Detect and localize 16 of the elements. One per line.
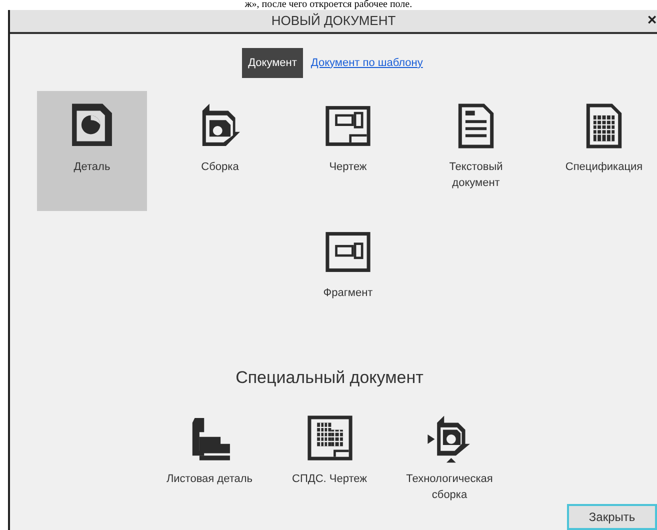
tab[interactable]: Документ [242,48,303,78]
close-button[interactable]: × [647,10,657,32]
close-dialog-button[interactable]: Закрыть [567,504,657,530]
document-type-button[interactable]: Текстовый документ [421,91,531,211]
document-type-button[interactable]: СПДС. Чертеж [274,402,384,522]
tab[interactable]: Документ по шаблону [308,48,425,78]
document-type-button[interactable]: Сборка [165,91,275,211]
background-text: ж», после чего откроется рабочее поле. [244,0,412,10]
section-heading: Специальный документ [234,367,424,389]
document-type-button[interactable]: Технологическая сборка [394,402,504,522]
document-type-button[interactable]: Чертеж [293,91,403,211]
document-type-button[interactable]: Деталь [37,91,147,211]
document-type-button[interactable]: Спецификация [549,91,657,211]
document-type-button[interactable]: Листовая деталь [154,402,264,522]
document-type-button[interactable]: Фрагмент [293,217,403,337]
window-title: НОВЫЙ ДОКУМЕНТ [271,12,396,30]
